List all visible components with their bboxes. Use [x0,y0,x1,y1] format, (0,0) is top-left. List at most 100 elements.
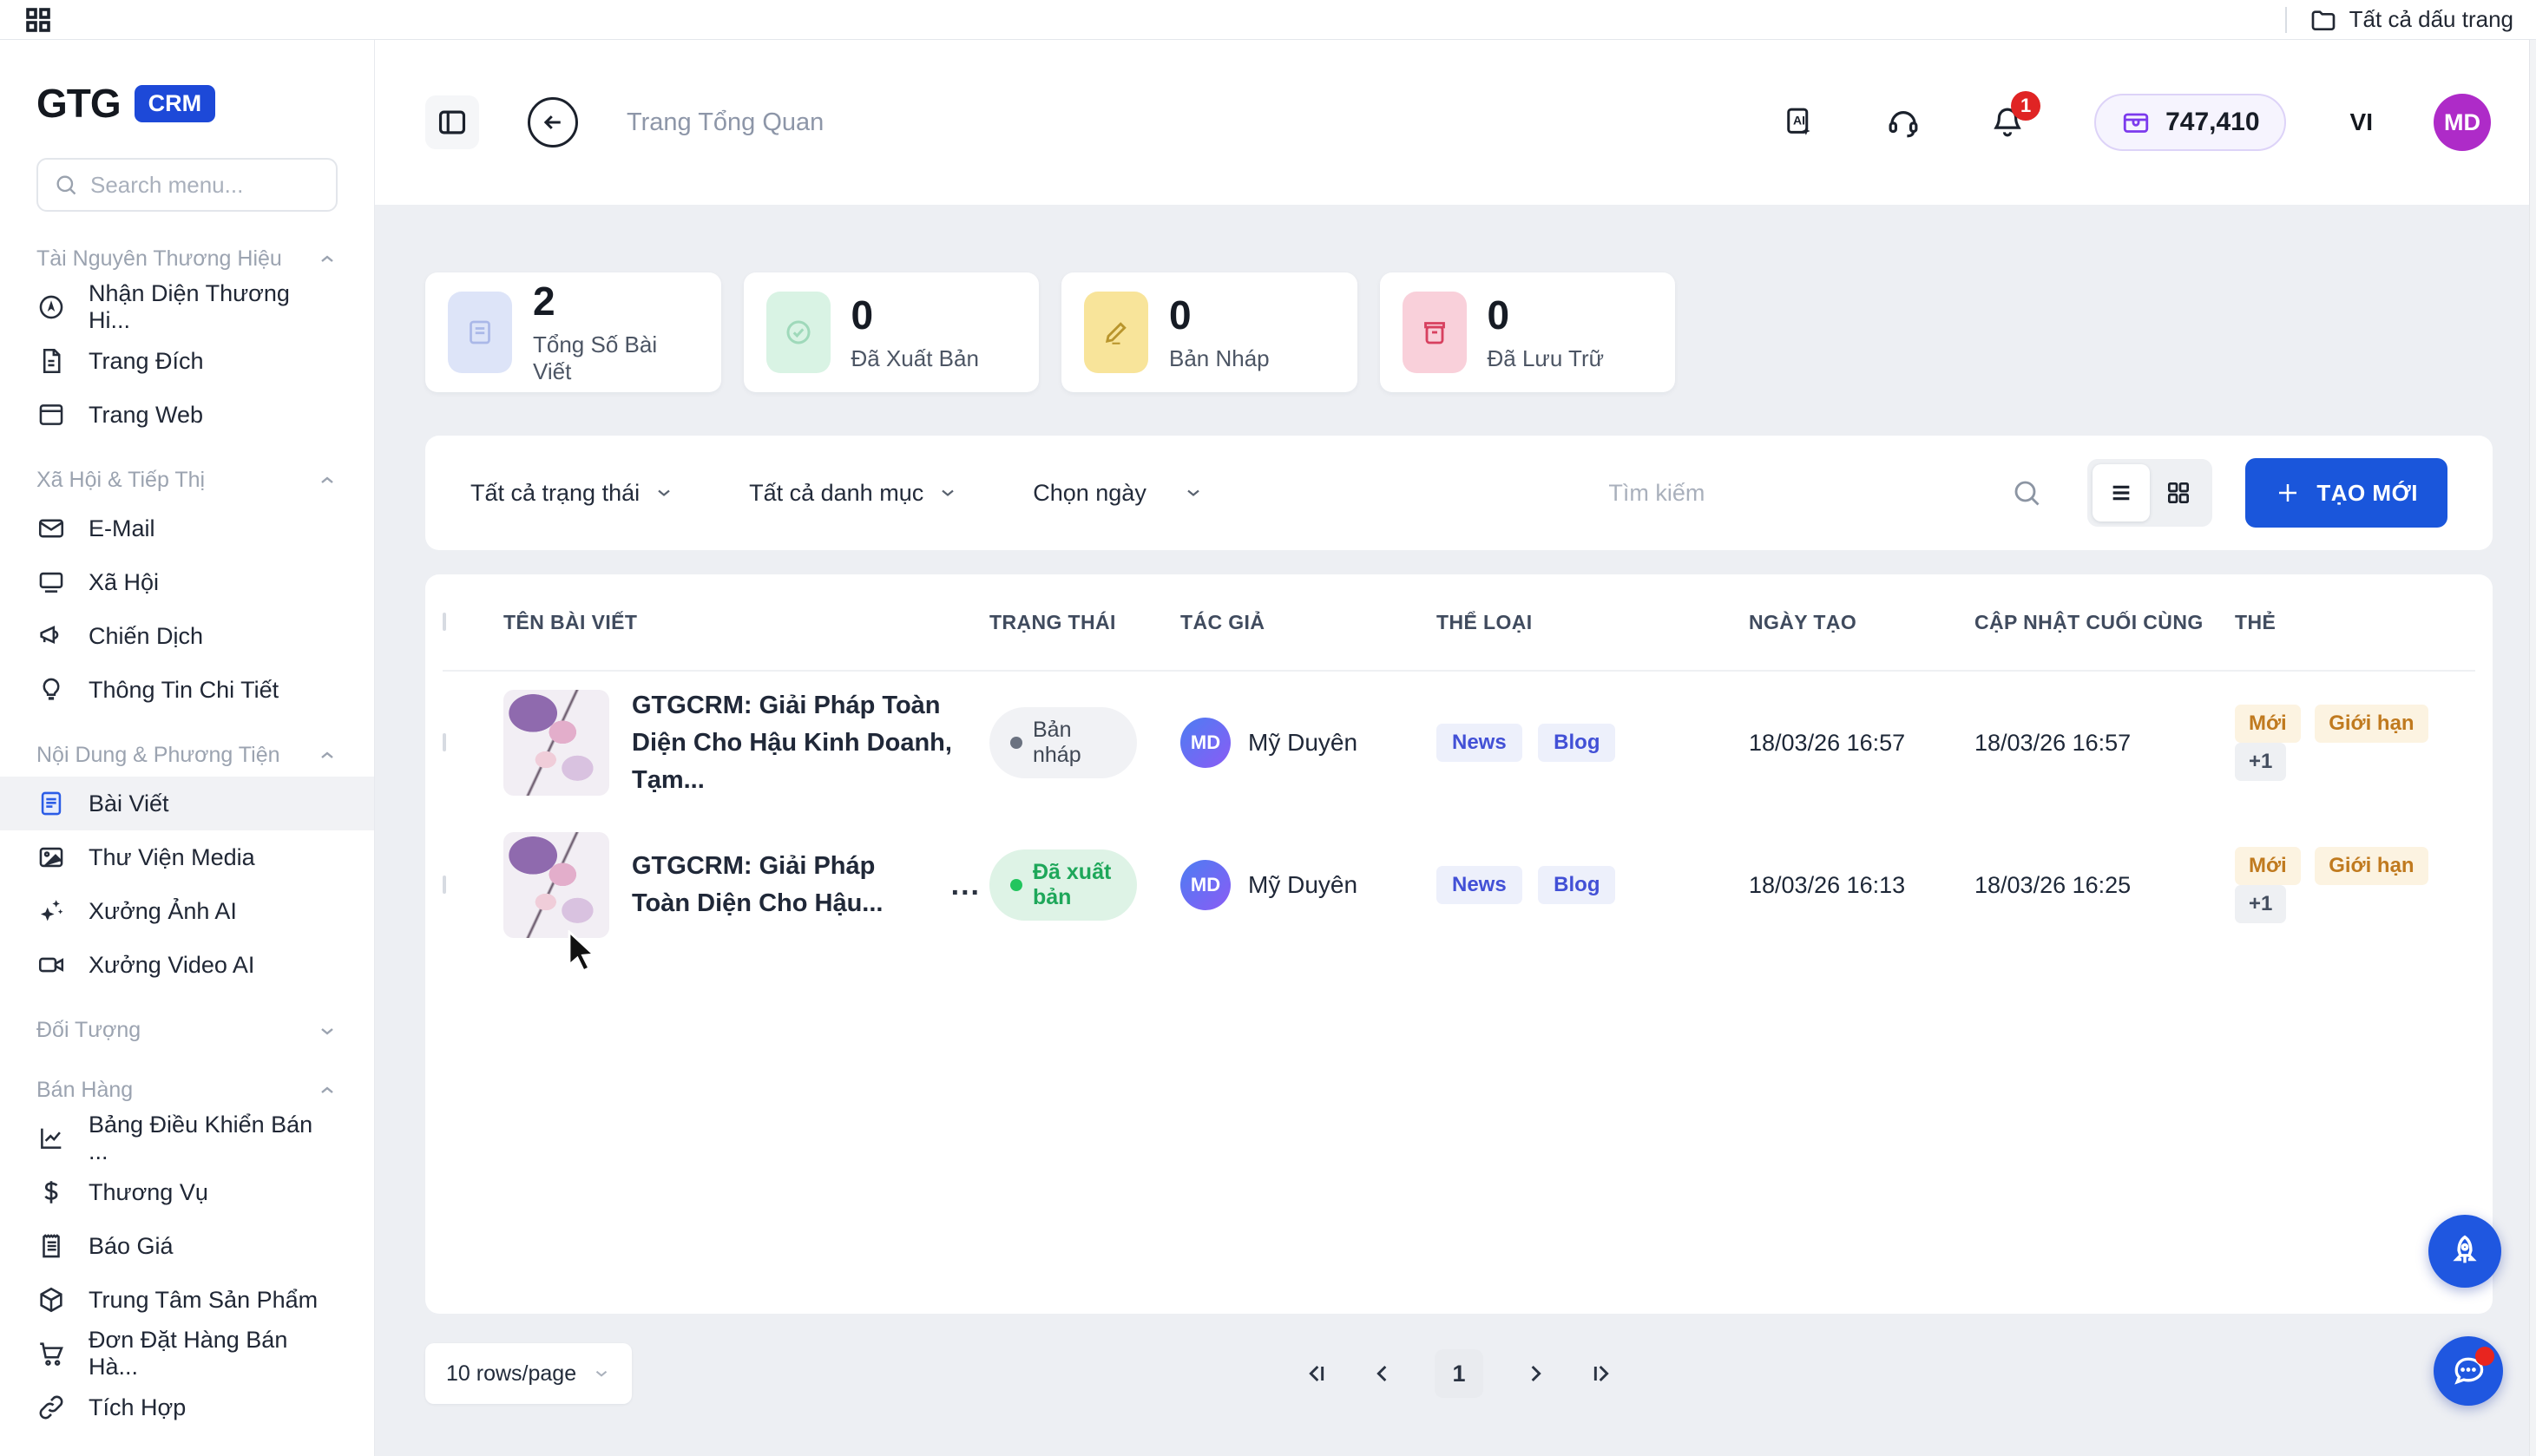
chat-fab-button[interactable] [2434,1336,2503,1406]
integrations-icon [36,1393,66,1422]
user-avatar[interactable]: MD [2434,94,2491,151]
tag-badge: Mới [2235,705,2301,743]
sidebar-item-deals[interactable]: Thương Vụ [0,1165,374,1219]
chevron-down-icon [1183,482,1204,503]
next-page-icon[interactable] [1521,1360,1549,1387]
sidebar-item-sales-dashboard[interactable]: Bảng Điều Khiển Bán ... [0,1112,374,1165]
sidebar-toggle-button[interactable] [425,95,479,149]
list-view-button[interactable] [2093,464,2150,521]
table-row[interactable]: GTGCRM: Giải Pháp Toàn Diện Cho Hậu... .… [443,814,2475,956]
stat-value: 2 [533,279,699,323]
sidebar-section-sales[interactable]: Bán Hàng [0,1052,374,1112]
sidebar-item-website[interactable]: Trang Web [0,388,374,442]
apps-grid-icon[interactable] [23,4,54,36]
table-row[interactable]: GTGCRM: Giải Pháp Toàn Diện Cho Hậu Kinh… [443,672,2475,814]
sidebar-section-social-marketing[interactable]: Xã Hội & Tiếp Thị [0,442,374,502]
sidebar-item-landing-page[interactable]: Trang Đích [0,334,374,388]
column-header[interactable]: THỂ LOẠI [1436,611,1749,634]
table-header-row: TÊN BÀI VIẾT TRẠNG THÁI TÁC GIẢ THỂ LOẠI… [443,574,2475,672]
sidebar-item-sales-orders[interactable]: Đơn Đặt Hàng Bán Hà... [0,1327,374,1381]
column-header[interactable]: TÁC GIẢ [1180,611,1436,634]
author-name: Mỹ Duyên [1248,729,1357,757]
drafts-pencil-icon [1084,292,1148,373]
category-tag: News [1436,724,1522,762]
articles-icon [36,789,66,818]
sidebar-section-audiences[interactable]: Đối Tượng [0,992,374,1052]
chat-notification-dot [2475,1347,2494,1366]
sidebar-item-quotes[interactable]: Báo Giá [0,1219,374,1273]
first-page-icon[interactable] [1303,1360,1330,1387]
category-filter-dropdown[interactable]: Tất cả danh mục [749,480,958,507]
archived-icon [1403,292,1467,373]
article-title[interactable]: GTGCRM: Giải Pháp Toàn Diện Cho Hậu Kinh… [632,687,981,799]
table-search-input[interactable] [1608,480,2011,507]
credits-balance-pill[interactable]: 747,410 [2094,94,2285,151]
sidebar-search[interactable] [36,158,338,212]
support-button[interactable] [1884,103,1922,141]
select-all-checkbox[interactable] [443,613,446,631]
search-icon [2011,477,2042,508]
stat-card-total-posts: 2 Tổng Số Bài Viết [425,272,721,392]
previous-page-icon[interactable] [1369,1360,1396,1387]
sidebar-item-integrations[interactable]: Tích Hợp [0,1381,374,1434]
column-header[interactable]: NGÀY TẠO [1749,611,1974,634]
column-header[interactable]: TÊN BÀI VIẾT [503,611,989,634]
sidebar-item-ai-video-studio[interactable]: Xưởng Video AI [0,938,374,992]
app-logo[interactable]: GTG CRM [0,64,374,135]
row-checkbox[interactable] [443,733,446,751]
filter-bar: Tất cả trạng thái Tất cả danh mục Chọn n… [425,436,2493,550]
sidebar-section-brand-resources[interactable]: Tài Nguyên Thương Hiệu [0,220,374,280]
create-new-button[interactable]: TẠO MỚI [2245,458,2447,528]
deals-icon [36,1177,66,1207]
rows-per-page-select[interactable]: 10 rows/page [425,1343,632,1404]
sidebar-item-ai-image-studio[interactable]: Xưởng Ảnh AI [0,884,374,938]
email-icon [36,514,66,543]
sidebar-search-input[interactable] [90,172,290,199]
launcher-fab-button[interactable] [2428,1215,2501,1288]
grid-view-button[interactable] [2150,464,2207,521]
column-header[interactable]: CẬP NHẬT CUỐI CÙNG [1974,611,2235,634]
stat-value: 0 [1169,293,1270,337]
current-page[interactable]: 1 [1435,1349,1483,1398]
bookmarks-divider [2285,7,2287,33]
chevron-up-icon [317,470,338,491]
row-checkbox[interactable] [443,876,446,894]
stat-value: 0 [851,293,979,337]
campaign-icon [36,621,66,651]
stat-card-drafts: 0 Bản Nháp [1061,272,1357,392]
sidebar-item-product-hub[interactable]: Trung Tâm Sản Phẩm [0,1273,374,1327]
article-title[interactable]: GTGCRM: Giải Pháp Toàn Diện Cho Hậu... [632,848,913,922]
row-more-actions-button[interactable]: ... [951,869,981,902]
sidebar-item-brand-identity[interactable]: Nhận Diện Thương Hi... [0,280,374,334]
window-scrollbar[interactable] [2529,40,2536,1456]
published-icon [766,292,831,373]
tag-overflow-badge[interactable]: +1 [2235,743,2286,781]
sidebar-item-articles[interactable]: Bài Viết [0,777,374,830]
tag-badge: Giới hạn [2315,847,2428,885]
product-hub-icon [36,1285,66,1315]
column-header[interactable]: TRẠNG THÁI [989,611,1180,634]
sidebar-item-social[interactable]: Xã Hội [0,555,374,609]
brand-identity-icon [36,292,66,322]
sidebar-item-campaign[interactable]: Chiến Dịch [0,609,374,663]
grid-view-icon [2165,479,2192,507]
notifications-button[interactable]: 1 [1988,103,2027,141]
sidebar-section-content-media[interactable]: Nội Dung & Phương Tiện [0,717,374,777]
page-title: Trang Tổng Quan [627,108,824,137]
all-bookmarks-button[interactable]: Tất cả dấu trang [2309,6,2513,34]
last-page-icon[interactable] [1587,1360,1615,1387]
status-filter-dropdown[interactable]: Tất cả trạng thái [470,480,674,507]
sidebar-item-media-library[interactable]: Thư Viện Media [0,830,374,884]
date-filter-dropdown[interactable]: Chọn ngày [1033,480,1204,507]
column-header[interactable]: THẺ [2235,611,2475,634]
sidebar-item-insights[interactable]: Thông Tin Chi Tiết [0,663,374,717]
language-selector[interactable]: VI [2350,108,2373,136]
chevron-up-icon [317,745,338,766]
back-button[interactable] [528,97,578,148]
ai-assistant-button[interactable]: AI [1780,103,1818,141]
ai-assistant-icon: AI [1781,104,1817,141]
table-search[interactable] [1608,477,2042,508]
tag-overflow-badge[interactable]: +1 [2235,885,2286,923]
sidebar-item-email[interactable]: E-Mail [0,502,374,555]
total-posts-icon [448,292,512,373]
